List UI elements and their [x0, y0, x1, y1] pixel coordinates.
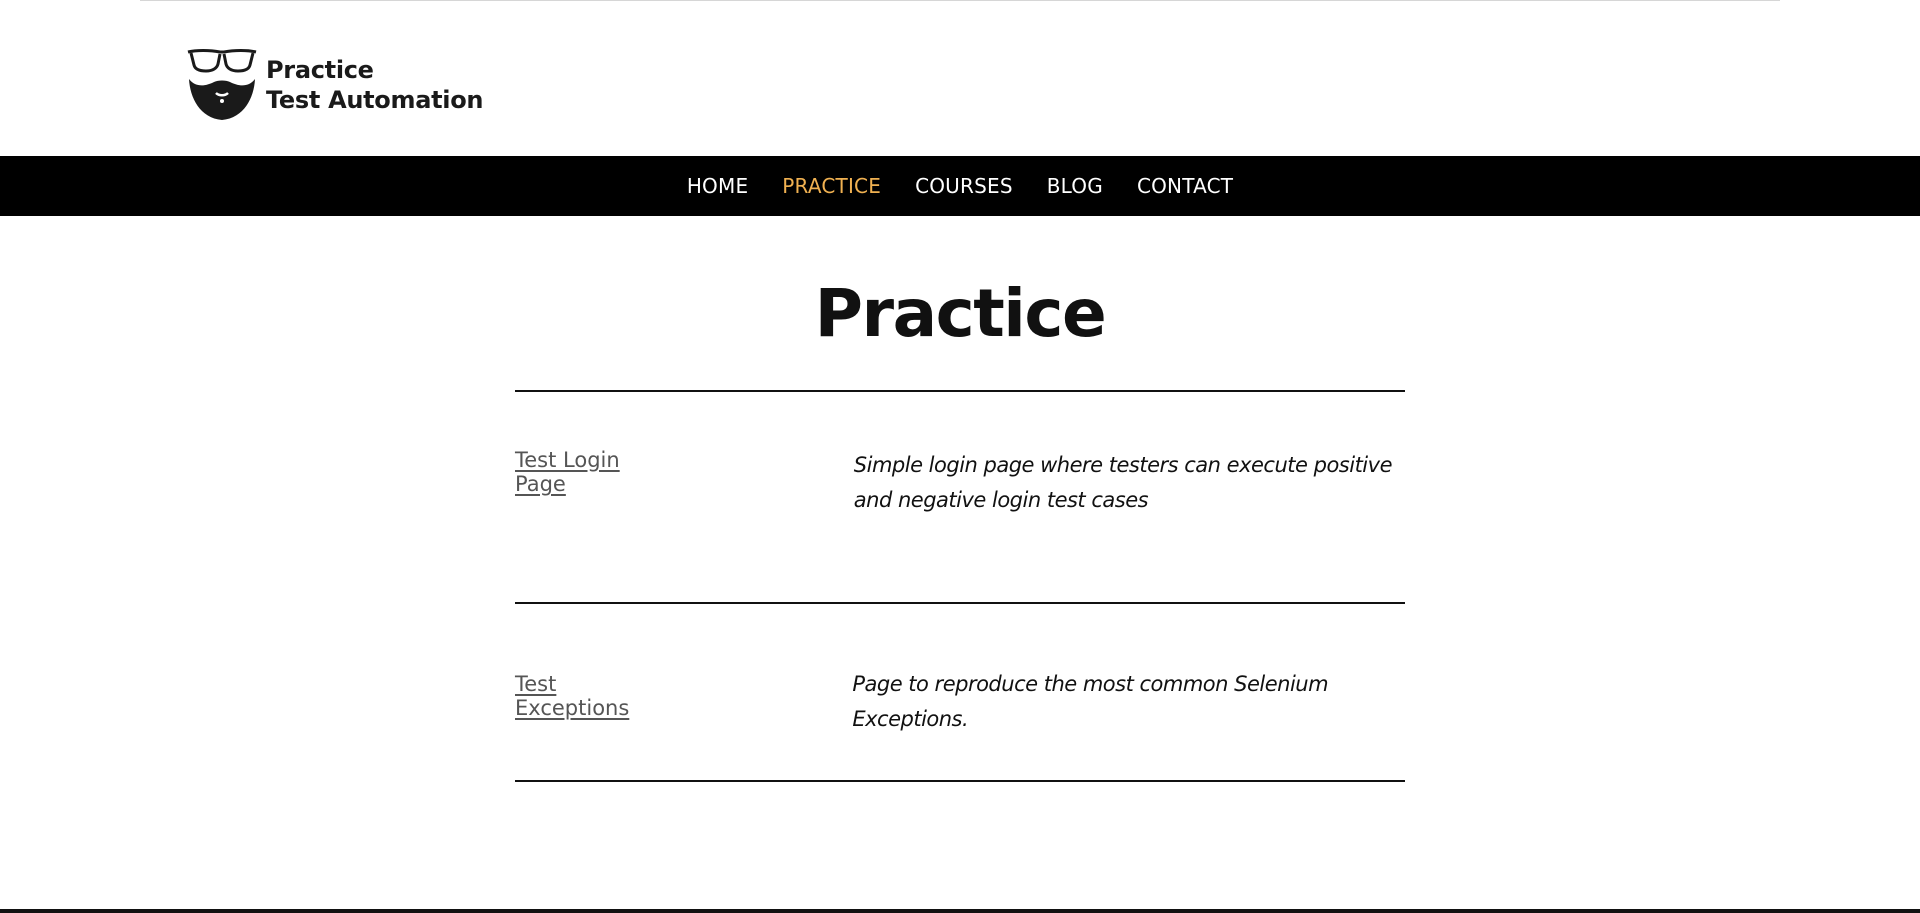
nav-item-home[interactable]: HOME [687, 174, 748, 198]
logo-wordmark: Practice Test Automation [266, 55, 483, 115]
row-divider [515, 780, 1405, 782]
logo-line-1: Practice [266, 56, 374, 84]
footer-top-border [0, 909, 1920, 913]
main-navigation: HOME PRACTICE COURSES BLOG CONTACT [0, 156, 1920, 216]
practice-row-description: Simple login page where testers can exec… [853, 453, 1393, 512]
nav-item-blog[interactable]: BLOG [1047, 174, 1103, 198]
practice-row-description: Page to reproduce the most common Seleni… [852, 672, 1329, 731]
test-exceptions-link[interactable]: Test Exceptions [515, 672, 629, 720]
site-logo-link[interactable]: Practice Test Automation [186, 46, 483, 124]
nav-item-courses[interactable]: COURSES [915, 174, 1013, 198]
nav-item-contact[interactable]: CONTACT [1137, 174, 1233, 198]
practice-row: Test Login Page Simple login page where … [515, 392, 1405, 602]
nav-item-practice[interactable]: PRACTICE [782, 174, 881, 198]
site-header: Practice Test Automation [0, 0, 1920, 156]
page-title: Practice [814, 275, 1107, 352]
page-content: Practice Test Login Page Simple login pa… [515, 216, 1405, 782]
test-login-page-link[interactable]: Test Login Page [515, 443, 620, 496]
logo-line-2: Test Automation [266, 86, 484, 114]
glasses-beard-icon [187, 49, 257, 120]
practice-row: Test Exceptions Page to reproduce the mo… [515, 604, 1405, 780]
